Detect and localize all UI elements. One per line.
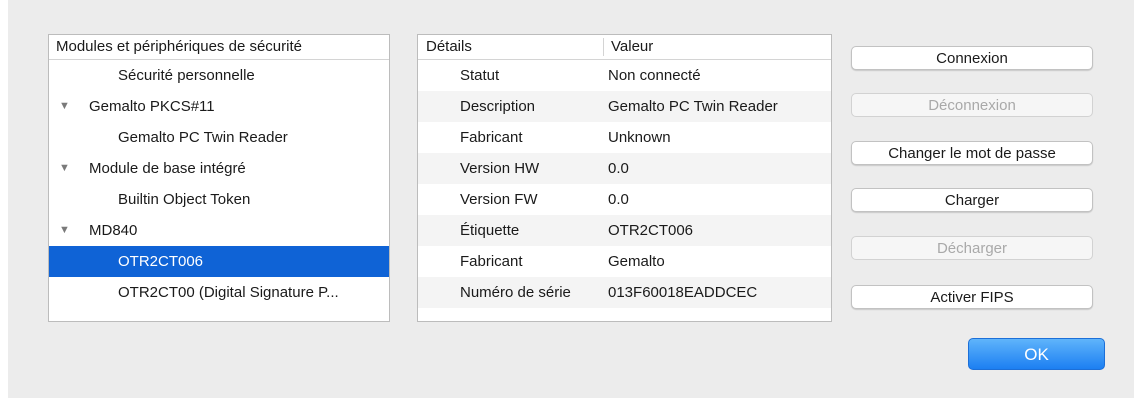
disclosure-triangle-icon[interactable]: ▼: [59, 215, 73, 246]
detail-value: Unknown: [608, 129, 671, 146]
detail-key: Version HW: [460, 160, 540, 177]
detail-key: Description: [460, 98, 536, 115]
tree-group-item[interactable]: ▼ MD840: [49, 215, 389, 246]
detail-value: 0.0: [608, 191, 629, 208]
tree-group-item[interactable]: ▼ Gemalto PKCS#11: [49, 91, 389, 122]
detail-key: Fabricant: [460, 253, 523, 270]
tree-item-label: OTR2CT006: [118, 253, 204, 270]
tree-item[interactable]: OTR2CT006: [49, 246, 389, 277]
security-devices-dialog: Modules et périphériques de sécurité Séc…: [8, 0, 1134, 398]
detail-key: Fabricant: [460, 129, 523, 146]
detail-row[interactable]: Fabricant Unknown: [418, 122, 831, 153]
disclosure-triangle-icon[interactable]: ▼: [59, 153, 73, 184]
detail-row[interactable]: Version FW 0.0: [418, 184, 831, 215]
unload-button[interactable]: Décharger: [851, 236, 1093, 260]
tree-item-label: MD840: [89, 222, 138, 239]
disclosure-triangle-icon[interactable]: ▼: [59, 91, 73, 122]
load-button[interactable]: Charger: [851, 188, 1093, 212]
enable-fips-button[interactable]: Activer FIPS: [851, 285, 1093, 309]
tree-item[interactable]: OTR2CT00 (Digital Signature P...: [49, 277, 389, 308]
tree-group-item[interactable]: ▼ Module de base intégré: [49, 153, 389, 184]
detail-key: Étiquette: [460, 222, 520, 239]
security-modules-tree: Modules et périphériques de sécurité Séc…: [48, 34, 390, 322]
detail-row[interactable]: Statut Non connecté: [418, 60, 831, 91]
tree-column-header: Modules et périphériques de sécurité: [49, 35, 389, 60]
detail-key: Numéro de série: [460, 284, 571, 301]
detail-value: Gemalto: [608, 253, 665, 270]
detail-key: Version FW: [460, 191, 538, 208]
column-header-value[interactable]: Valeur: [611, 35, 653, 59]
column-header-details[interactable]: Détails: [426, 35, 472, 59]
detail-row[interactable]: Fabricant Gemalto: [418, 246, 831, 277]
tree-item-label: Sécurité personnelle: [118, 67, 255, 84]
detail-row[interactable]: Version HW 0.0: [418, 153, 831, 184]
detail-key: Statut: [460, 67, 500, 84]
tree-item-label: Builtin Object Token: [118, 191, 251, 208]
tree-item-label: Gemalto PC Twin Reader: [118, 129, 288, 146]
tree-item-label: OTR2CT00 (Digital Signature P...: [118, 284, 339, 301]
tree-item[interactable]: Builtin Object Token: [49, 184, 389, 215]
detail-value: 013F60018EADDCEC: [608, 284, 758, 301]
connect-button[interactable]: Connexion: [851, 46, 1093, 70]
detail-row[interactable]: Numéro de série 013F60018EADDCEC: [418, 277, 831, 308]
tree-item[interactable]: Sécurité personnelle: [49, 60, 389, 91]
details-header-row: Détails Valeur: [418, 35, 831, 60]
disconnect-button[interactable]: Déconnexion: [851, 93, 1093, 117]
detail-value: 0.0: [608, 160, 629, 177]
tree-item[interactable]: Gemalto PC Twin Reader: [49, 122, 389, 153]
column-separator: [603, 38, 604, 56]
tree-item-label: Gemalto PKCS#11: [89, 98, 215, 115]
detail-value: Gemalto PC Twin Reader: [608, 98, 778, 115]
detail-row[interactable]: Étiquette OTR2CT006: [418, 215, 831, 246]
ok-button[interactable]: OK: [968, 338, 1105, 370]
detail-row[interactable]: Description Gemalto PC Twin Reader: [418, 91, 831, 122]
detail-value: OTR2CT006: [608, 222, 694, 239]
change-password-button[interactable]: Changer le mot de passe: [851, 141, 1093, 165]
tree-item-label: Module de base intégré: [89, 160, 246, 177]
details-table: Détails Valeur Statut Non connecté Descrip…: [417, 34, 832, 322]
detail-value: Non connecté: [608, 67, 701, 84]
